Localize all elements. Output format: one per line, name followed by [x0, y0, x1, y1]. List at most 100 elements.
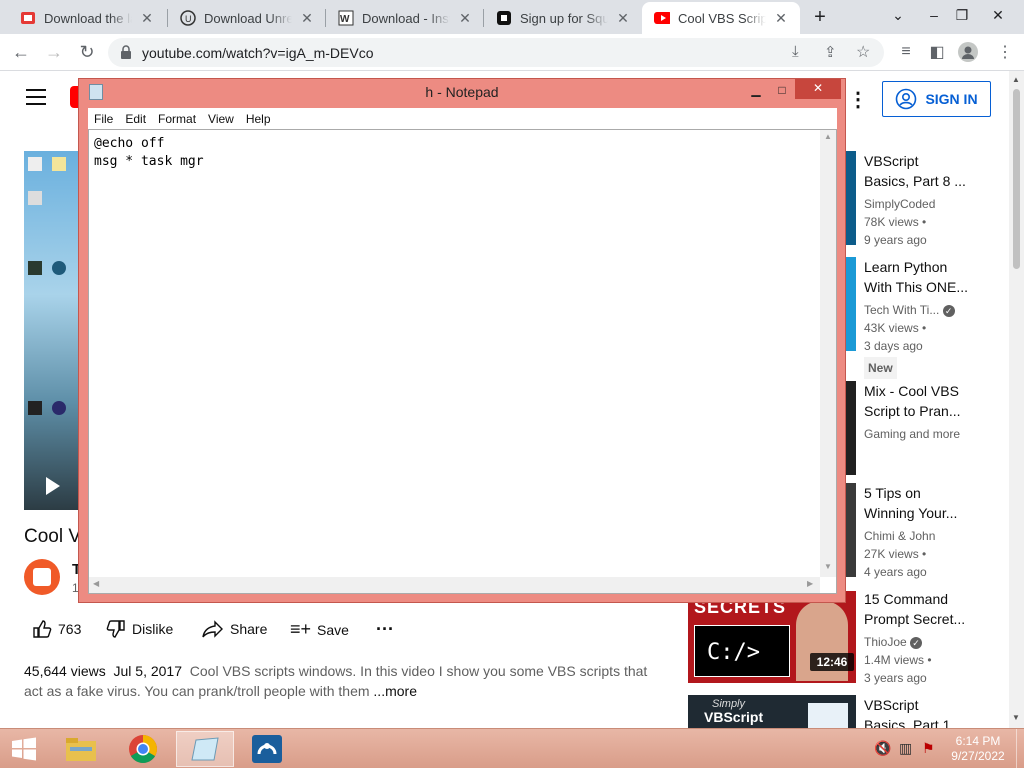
notepad-window[interactable]: h - Notepad ▁ □ ✕ File Edit Format View … [78, 78, 846, 603]
related-video-item[interactable]: Mix - Cool VBS Script to Pran... Gaming … [864, 381, 974, 443]
related-video-item[interactable]: VBScript Basics, Part 8 ... SimplyCoded … [864, 151, 974, 249]
desktop-icon [52, 157, 66, 171]
share-button[interactable]: Share [202, 619, 267, 639]
close-window-icon[interactable]: ✕ [980, 0, 1016, 30]
prompt-text: C:/> [707, 640, 760, 665]
close-icon[interactable]: ✕ [458, 10, 472, 27]
menu-edit[interactable]: Edit [119, 112, 152, 126]
desktop-icon [28, 401, 42, 415]
start-button[interactable] [0, 731, 48, 767]
scroll-up-icon[interactable]: ▲ [1012, 75, 1020, 84]
settings-kebab-icon[interactable]: ⋮ [848, 87, 868, 112]
forward-arrow-icon[interactable]: → [43, 41, 65, 63]
menu-help[interactable]: Help [240, 112, 277, 126]
tab-sign-up-square[interactable]: Sign up for Squar ✕ [484, 2, 642, 34]
verified-check-icon: ✓ [942, 304, 955, 317]
command-prompt-image: C:/> [694, 625, 790, 677]
tab-download-insta[interactable]: W Download - Insta ✕ [326, 2, 484, 34]
windows-taskbar: 🔇 ▥ ⚑ 6:14 PM 9/27/2022 [0, 728, 1024, 769]
scroll-left-icon[interactable]: ◀ [93, 579, 99, 588]
close-icon[interactable]: ✕ [795, 79, 841, 99]
more-link[interactable]: ...more [373, 683, 417, 699]
scroll-down-icon[interactable]: ▼ [1012, 713, 1020, 722]
bookmark-star-icon[interactable]: ☆ [856, 42, 870, 62]
url-text: youtube.com/watch?v=igA_m-DEVco [142, 44, 374, 61]
close-icon[interactable]: ✕ [616, 10, 630, 27]
side-panel-icon[interactable]: ◧ [926, 41, 948, 63]
video-thumbnail[interactable] [846, 151, 856, 245]
notepad-content[interactable]: @echo off msg * task mgr [94, 135, 204, 171]
window-image [808, 703, 848, 728]
video-description[interactable]: 45,644 views Jul 5, 2017 Cool VBS script… [24, 661, 664, 701]
menu-file[interactable]: File [88, 112, 119, 126]
scroll-up-icon[interactable]: ▲ [824, 132, 832, 141]
thumbs-up-icon [33, 620, 52, 638]
related-video-item[interactable]: 15 Command Prompt Secret... ThioJoe ✓ 1.… [864, 589, 974, 687]
save-button[interactable]: ≡+ Save [290, 619, 349, 640]
chrome-taskbar-button[interactable] [114, 731, 172, 767]
scroll-down-icon[interactable]: ▼ [824, 562, 832, 571]
action-center-flag-icon[interactable]: ⚑ [922, 740, 935, 757]
tab-download-latest[interactable]: Download the lat ✕ [8, 2, 166, 34]
sign-in-button[interactable]: SIGN IN [882, 81, 991, 117]
related-title: Basics, Part 8 ... [864, 173, 966, 189]
tab-download-unreal[interactable]: U Download Unreal ✕ [168, 2, 326, 34]
close-icon[interactable]: ✕ [300, 10, 314, 27]
related-age: 9 years ago [864, 233, 927, 247]
restore-icon[interactable]: ❐ [944, 0, 980, 30]
video-player[interactable] [24, 151, 80, 510]
related-video-item[interactable]: 5 Tips on Winning Your... Chimi & John 2… [864, 483, 974, 581]
address-bar[interactable]: youtube.com/watch?v=igA_m-DEVco ⤓ ⇪ ☆ [108, 38, 884, 67]
scrollbar-thumb[interactable] [1013, 89, 1020, 269]
related-video-item[interactable]: Learn Python With This ONE... Tech With … [864, 257, 974, 379]
play-icon[interactable] [46, 477, 60, 495]
desktop-icon [28, 157, 42, 171]
app-taskbar-button[interactable] [238, 731, 296, 767]
profile-avatar-icon[interactable] [957, 41, 979, 63]
video-thumbnail[interactable] [846, 257, 856, 351]
related-video-item[interactable]: VBScript Basics, Part 1 ... [864, 695, 974, 728]
page-scrollbar[interactable]: ▲ ▼ [1009, 71, 1024, 728]
dislike-button[interactable]: Dislike [106, 619, 173, 639]
minimize-icon[interactable]: ▁ [743, 81, 769, 99]
back-arrow-icon[interactable]: ← [10, 41, 32, 63]
notepad-text-area[interactable]: @echo off msg * task mgr ▲ ▼ ◀ ▶ [88, 129, 837, 594]
more-actions-icon[interactable]: ··· [376, 619, 394, 640]
video-thumbnail[interactable] [846, 483, 856, 577]
hamburger-menu-icon[interactable] [26, 89, 46, 105]
related-title: Learn Python [864, 259, 948, 275]
show-desktop-button[interactable] [1016, 729, 1024, 769]
notepad-taskbar-button[interactable] [176, 731, 234, 767]
desktop-icon [52, 261, 66, 275]
tab-search-chevron-icon[interactable]: ⌄ [880, 0, 916, 30]
share-page-icon[interactable]: ⇪ [824, 43, 837, 61]
maximize-icon[interactable]: □ [769, 81, 795, 99]
clock[interactable]: 6:14 PM 9/27/2022 [948, 734, 1008, 764]
install-app-icon[interactable]: ⤓ [792, 43, 799, 60]
close-icon[interactable]: ✕ [140, 10, 154, 27]
menu-format[interactable]: Format [152, 112, 202, 126]
related-title: Winning Your... [864, 505, 958, 521]
video-thumbnail[interactable] [846, 381, 856, 475]
close-icon[interactable]: ✕ [774, 10, 788, 27]
like-button[interactable]: 763 [32, 619, 81, 639]
related-title: Mix - Cool VBS [864, 383, 959, 399]
lock-icon[interactable] [120, 45, 132, 64]
video-thumbnail[interactable]: SECRETS C:/> 12:46 [688, 591, 856, 683]
new-tab-plus-icon[interactable]: + [809, 6, 831, 28]
reading-list-icon[interactable]: ≡ [895, 41, 917, 63]
kebab-menu-icon[interactable]: ⋮ [994, 41, 1016, 63]
file-explorer-taskbar-button[interactable] [52, 731, 110, 767]
scroll-right-icon[interactable]: ▶ [807, 579, 813, 588]
network-icon[interactable]: ▥ [899, 740, 912, 757]
video-thumbnail[interactable]: Simply VBScript [688, 695, 856, 728]
desktop-icon [28, 191, 42, 205]
reload-icon[interactable]: ↻ [76, 41, 98, 63]
vertical-scrollbar[interactable]: ▲ ▼ [820, 130, 836, 577]
horizontal-scrollbar[interactable]: ◀ ▶ [89, 577, 820, 593]
tab-cool-vbs-active[interactable]: Cool VBS Script t ✕ [642, 2, 800, 34]
folder-icon [66, 738, 96, 761]
menu-view[interactable]: View [202, 112, 240, 126]
channel-avatar[interactable] [24, 559, 60, 595]
volume-muted-icon[interactable]: 🔇 [874, 740, 891, 757]
